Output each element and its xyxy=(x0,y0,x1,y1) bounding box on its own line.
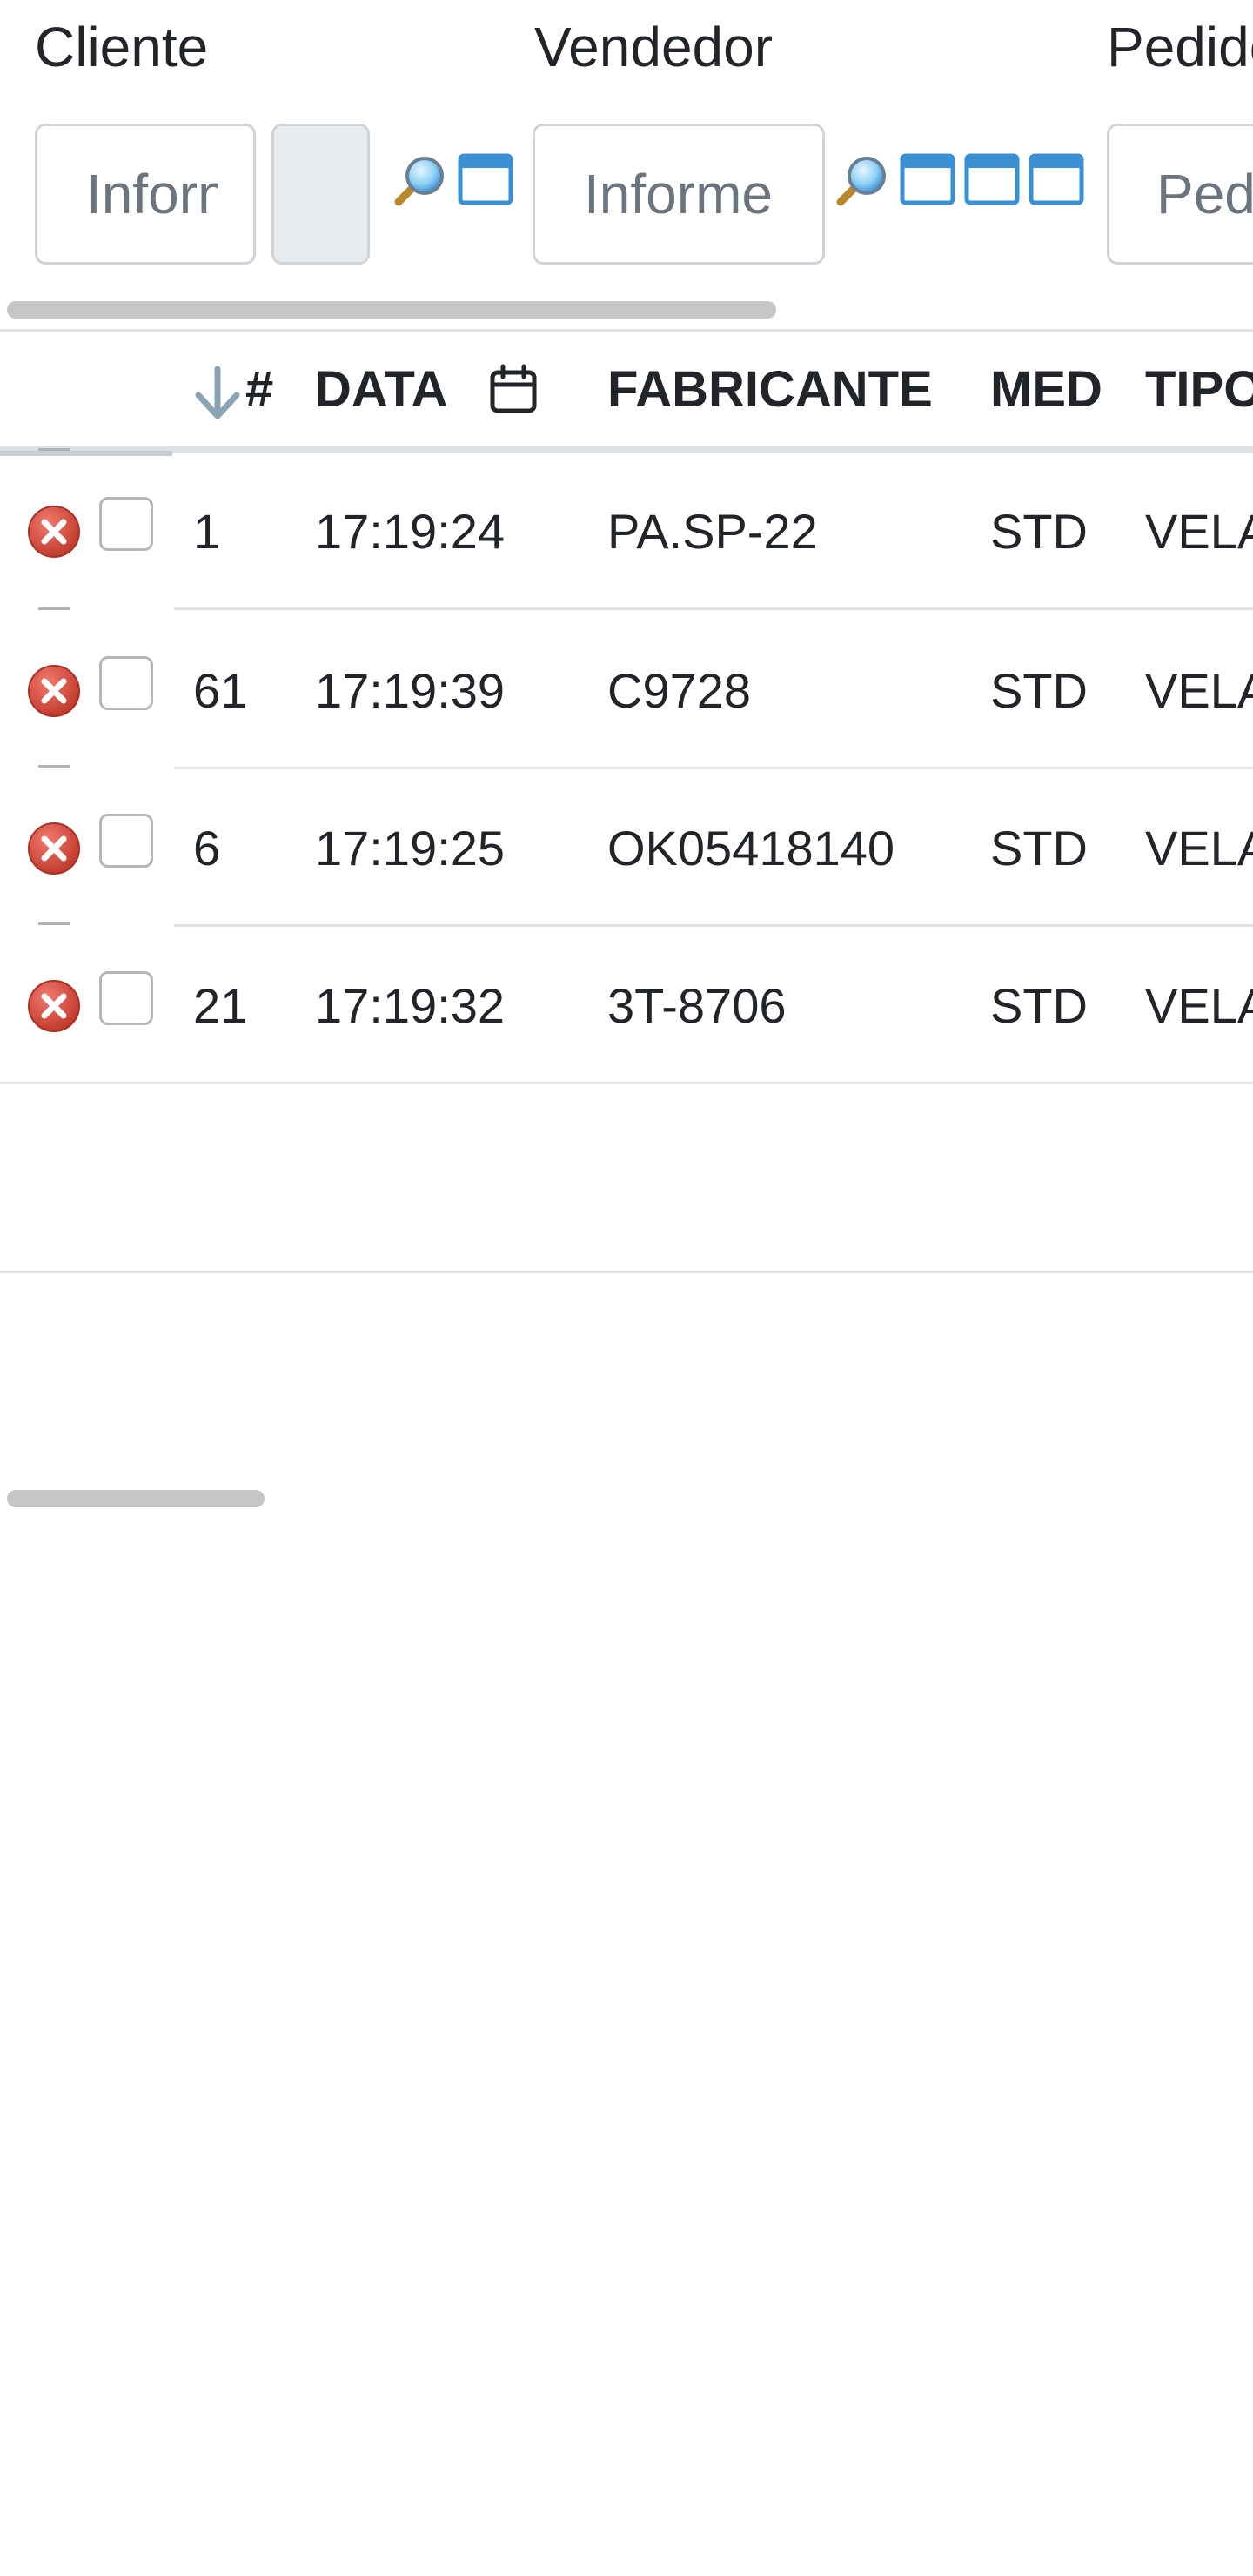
page: Cliente Vendedor Pedido xyxy=(0,0,1253,2576)
calendar-icon[interactable] xyxy=(489,364,538,414)
row-divider xyxy=(174,924,1253,927)
cell-number: 6 xyxy=(193,821,221,875)
column-header-number[interactable]: # xyxy=(245,355,273,425)
cell-data: 17:19:39 xyxy=(315,663,505,718)
cell-data: 17:19:24 xyxy=(315,504,505,559)
cell-fabricante: PA.SP-22 xyxy=(607,504,818,559)
delete-circle-icon[interactable] xyxy=(26,504,82,564)
row-divider xyxy=(174,767,1253,769)
row-drag-handle[interactable] xyxy=(38,765,70,768)
vendedor-search-icon[interactable] xyxy=(835,153,891,209)
column-header-tipo[interactable]: TIPO xyxy=(1145,355,1253,425)
cliente-window-icon[interactable] xyxy=(458,153,513,205)
pedido-input[interactable] xyxy=(1107,124,1253,265)
delete-circle-icon[interactable] xyxy=(26,663,82,723)
vendedor-window-icon[interactable] xyxy=(900,153,955,205)
row-checkbox[interactable] xyxy=(99,656,153,710)
cell-number: 1 xyxy=(193,504,221,559)
cliente-code-field[interactable] xyxy=(271,124,370,265)
delete-circle-icon[interactable] xyxy=(26,978,82,1038)
row-drag-handle[interactable] xyxy=(38,922,70,925)
cell-fabricante: C9728 xyxy=(607,663,752,718)
cell-tipo: VELA xyxy=(1145,978,1253,1033)
row-checkbox[interactable] xyxy=(99,814,153,868)
cell-med: STD xyxy=(990,663,1088,718)
table-top-border xyxy=(0,329,1253,332)
column-header-med[interactable]: MED xyxy=(990,355,1102,425)
cell-number: 61 xyxy=(193,663,248,718)
delete-circle-icon[interactable] xyxy=(26,821,82,881)
window-icon[interactable] xyxy=(964,153,1020,205)
pedido-label: Pedido xyxy=(1107,16,1253,78)
table-row[interactable]: 61 17:19:39 C9728 STD VELA xyxy=(0,607,1253,769)
cliente-input[interactable] xyxy=(35,124,256,265)
table-row[interactable]: 6 17:19:25 OK05418140 STD VELA xyxy=(0,765,1253,927)
sort-down-arrow-icon[interactable] xyxy=(193,366,242,421)
column-header-fabricante[interactable]: FABRICANTE xyxy=(607,355,933,425)
cell-med: STD xyxy=(990,821,1088,875)
column-header-data[interactable]: DATA xyxy=(315,355,447,425)
cliente-search-icon[interactable] xyxy=(393,153,449,209)
filters-horizontal-scrollbar[interactable] xyxy=(7,301,776,319)
table-footer-border xyxy=(0,1271,1253,1273)
cell-med: STD xyxy=(990,504,1088,559)
cell-tipo: VELA xyxy=(1145,821,1253,875)
vendedor-label: Vendedor xyxy=(534,16,774,78)
table-row[interactable]: 21 17:19:32 3T-8706 STD VELA xyxy=(0,922,1253,1084)
table-header-border xyxy=(0,446,1253,453)
row-checkbox[interactable] xyxy=(99,497,153,551)
cell-number: 21 xyxy=(193,978,248,1033)
row-drag-handle[interactable] xyxy=(38,448,70,451)
table-horizontal-scrollbar[interactable] xyxy=(7,1490,265,1507)
cell-fabricante: 3T-8706 xyxy=(607,978,787,1033)
row-drag-handle[interactable] xyxy=(38,607,70,610)
cell-fabricante: OK05418140 xyxy=(607,821,895,875)
window-icon[interactable] xyxy=(1029,153,1084,205)
row-divider xyxy=(174,607,1253,610)
cell-med: STD xyxy=(990,978,1088,1033)
table-row[interactable]: 1 17:19:24 PA.SP-22 STD VELA xyxy=(0,448,1253,610)
row-checkbox[interactable] xyxy=(99,971,153,1025)
cell-tipo: VELA xyxy=(1145,504,1253,559)
cell-data: 17:19:25 xyxy=(315,821,505,875)
cliente-label: Cliente xyxy=(35,16,209,78)
vendedor-input[interactable] xyxy=(533,124,825,265)
cell-data: 17:19:32 xyxy=(315,978,505,1033)
row-divider xyxy=(0,1082,1253,1084)
cell-tipo: VELA xyxy=(1145,663,1253,718)
